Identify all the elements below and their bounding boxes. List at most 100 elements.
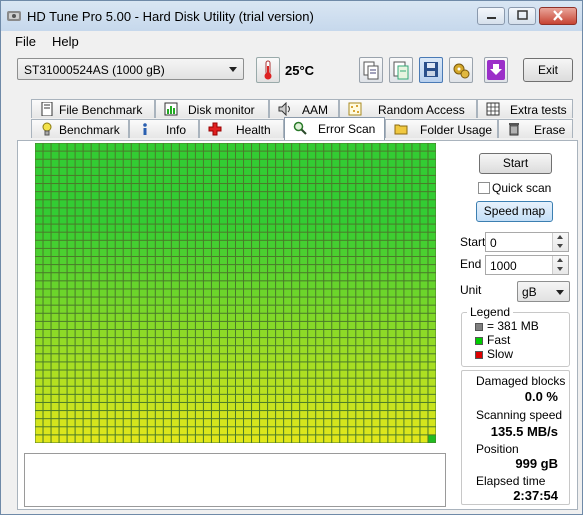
scan-block (428, 329, 436, 338)
scan-block (404, 419, 412, 427)
scan-block (420, 192, 428, 200)
scan-block (268, 216, 276, 224)
tab-error-scan[interactable]: Error Scan (284, 117, 385, 141)
tab-random-access[interactable]: Random Access (339, 99, 477, 118)
scan-block (35, 297, 43, 305)
scan-block (332, 411, 340, 419)
spinner-arrows-icon[interactable] (552, 233, 568, 251)
drive-select[interactable]: ST31000524AS (1000 gB) (17, 58, 244, 80)
scan-block (276, 402, 284, 411)
speed-map-button[interactable]: Speed map (476, 201, 553, 222)
copy-info-button[interactable] (359, 57, 383, 83)
exit-button[interactable]: Exit (523, 58, 573, 82)
save-button[interactable] (419, 57, 443, 83)
minimize-icon (487, 17, 496, 19)
scan-block (227, 289, 235, 297)
scan-block (203, 265, 211, 273)
scan-block (179, 248, 187, 257)
tab-file-benchmark[interactable]: File Benchmark (31, 99, 155, 118)
scan-block (340, 435, 348, 443)
quick-scan-checkbox[interactable] (478, 182, 490, 194)
scan-block (131, 370, 139, 378)
minimize-button[interactable] (477, 7, 505, 25)
unit-select[interactable]: gB (517, 281, 570, 302)
scan-block (43, 240, 51, 248)
scan-block (268, 362, 276, 370)
scan-block (284, 411, 292, 419)
scan-block (356, 216, 364, 224)
scan-block (236, 208, 244, 216)
tab-aam[interactable]: AAM (269, 99, 339, 118)
scan-block (308, 346, 316, 354)
tab-health[interactable]: Health (199, 119, 284, 138)
scan-block (316, 175, 324, 184)
copy-report-button[interactable] (389, 57, 413, 83)
scan-block (308, 184, 316, 192)
scan-block (276, 167, 284, 175)
scan-block (187, 378, 195, 386)
scan-block (332, 265, 340, 273)
scan-block (91, 402, 99, 411)
download-button[interactable] (484, 57, 508, 83)
start-button[interactable]: Start (479, 153, 552, 174)
scan-block (59, 248, 67, 257)
scan-block (284, 216, 292, 224)
scan-block (236, 362, 244, 370)
scan-block (227, 362, 235, 370)
scan-block (147, 313, 155, 321)
scan-block (187, 208, 195, 216)
scan-block (292, 143, 300, 151)
scan-block (115, 346, 123, 354)
maximize-button[interactable] (508, 7, 536, 25)
scan-block (131, 362, 139, 370)
scan-block (396, 281, 404, 289)
tab-extra-tests[interactable]: Extra tests (477, 99, 573, 118)
scan-block (43, 435, 51, 443)
scan-block (147, 159, 155, 167)
spinner-arrows-icon[interactable] (552, 256, 568, 274)
scan-block (131, 273, 139, 281)
scan-block (43, 281, 51, 289)
scan-block (268, 200, 276, 208)
scan-block (83, 305, 91, 313)
scan-block (187, 281, 195, 289)
tab-folder-usage[interactable]: Folder Usage (385, 119, 498, 138)
scan-block (364, 435, 372, 443)
scan-block (364, 240, 372, 248)
close-button[interactable] (539, 7, 577, 25)
scan-block (227, 151, 235, 159)
scan-block (131, 427, 139, 435)
options-button[interactable] (449, 57, 473, 83)
scan-block (340, 297, 348, 305)
scan-block (115, 362, 123, 370)
scan-block (115, 289, 123, 297)
scan-block (292, 362, 300, 370)
quick-scan-label[interactable]: Quick scan (492, 181, 551, 195)
scan-block (284, 394, 292, 402)
scan-block (187, 394, 195, 402)
scan-block (75, 240, 83, 248)
scan-block (396, 378, 404, 386)
scan-block (67, 402, 75, 411)
scan-block (219, 394, 227, 402)
scan-block (364, 224, 372, 232)
scan-block (35, 224, 43, 232)
menu-file[interactable]: File (15, 34, 36, 49)
start-input[interactable]: 0 (485, 232, 569, 252)
scan-block (404, 273, 412, 281)
scan-block (155, 419, 163, 427)
scan-block (187, 427, 195, 435)
scan-block (364, 143, 372, 151)
scan-block (428, 216, 436, 224)
tab-info[interactable]: Info (129, 119, 199, 138)
scan-block (324, 370, 332, 378)
scan-block (252, 394, 260, 402)
scan-block (356, 370, 364, 378)
scan-block (276, 297, 284, 305)
menu-help[interactable]: Help (52, 34, 79, 49)
tab-benchmark[interactable]: Benchmark (31, 119, 129, 138)
tab-disk-monitor[interactable]: Disk monitor (155, 99, 269, 118)
temperature-button[interactable] (256, 57, 280, 83)
end-input[interactable]: 1000 (485, 255, 569, 275)
tab-erase[interactable]: Erase (498, 119, 573, 138)
